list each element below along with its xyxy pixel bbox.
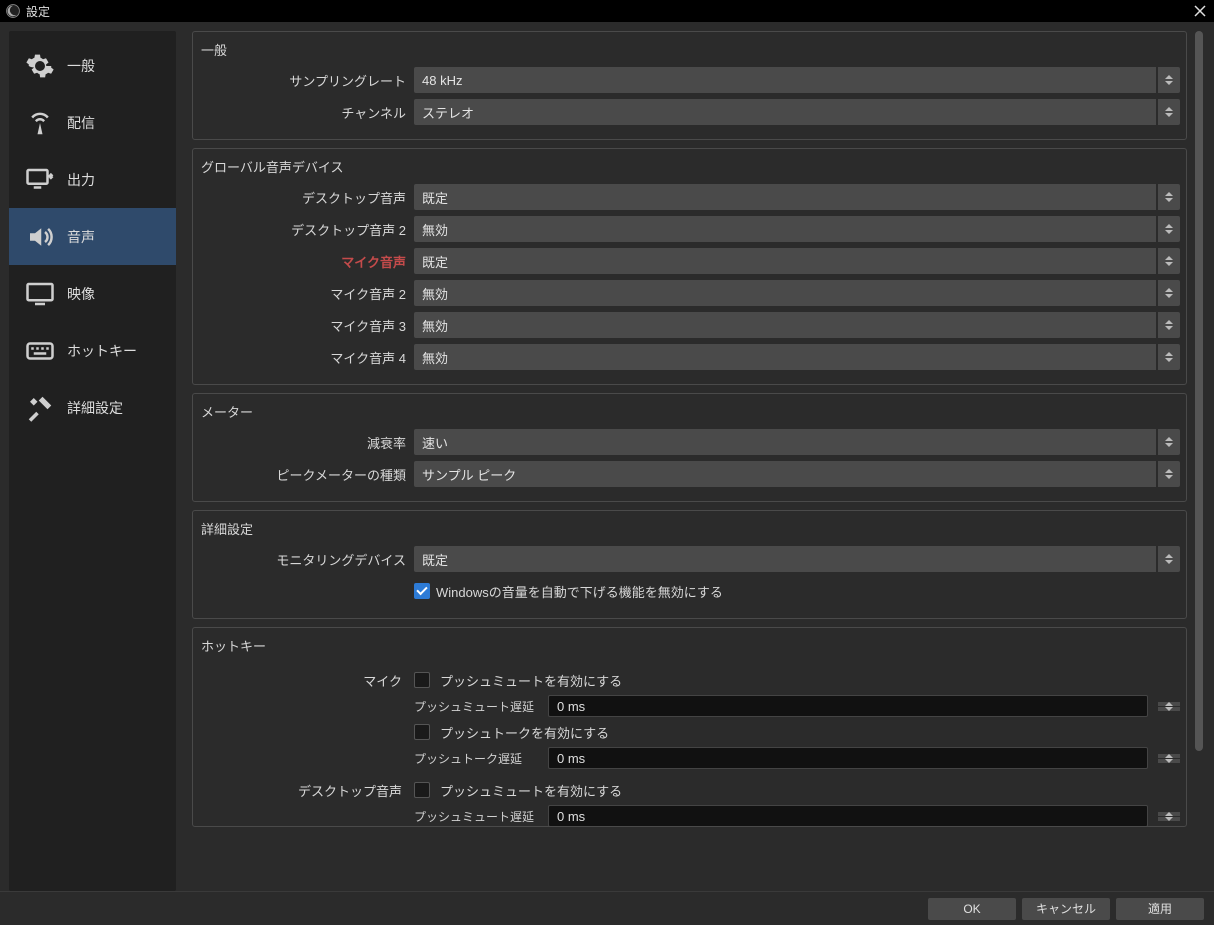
sidebar-item-advanced[interactable]: 詳細設定 — [9, 379, 176, 436]
mic-audio-2-select[interactable]: 無効 — [414, 280, 1156, 306]
monitor-icon — [23, 277, 57, 311]
sidebar-item-stream[interactable]: 配信 — [9, 94, 176, 151]
peak-meter-select[interactable]: サンプル ピーク — [414, 461, 1156, 487]
group-global-devices: グローバル音声デバイス デスクトップ音声 既定 デスクトップ音声 2 無効 — [192, 148, 1187, 385]
decay-rate-label: 減衰率 — [199, 433, 414, 452]
hotkey-desktop-label: デスクトップ音声 — [199, 777, 414, 827]
group-hotkeys: ホットキー マイク プッシュミュートを有効にする プッシュミュート遅延 0 ms — [192, 627, 1187, 827]
monitoring-device-select[interactable]: 既定 — [414, 546, 1156, 572]
disable-windows-ducking-label: Windowsの音量を自動で下げる機能を無効にする — [436, 582, 723, 601]
spin-button[interactable] — [1158, 216, 1180, 242]
push-talk-enable-label: プッシュトークを有効にする — [440, 723, 609, 742]
window-title: 設定 — [26, 3, 50, 20]
push-mute-enable-label: プッシュミュートを有効にする — [440, 671, 622, 690]
desktop-push-mute-enable-label: プッシュミュートを有効にする — [440, 781, 622, 800]
sidebar-item-general[interactable]: 一般 — [9, 37, 176, 94]
desktop-audio-2-select[interactable]: 無効 — [414, 216, 1156, 242]
scrollbar-thumb[interactable] — [1195, 31, 1203, 751]
spin-button[interactable] — [1158, 248, 1180, 274]
spin-button[interactable] — [1158, 754, 1180, 763]
spin-button[interactable] — [1158, 702, 1180, 711]
spin-button[interactable] — [1158, 280, 1180, 306]
push-mute-delay-label: プッシュミュート遅延 — [414, 698, 538, 715]
sidebar-item-label: 映像 — [67, 284, 95, 304]
antenna-icon — [23, 106, 57, 140]
desktop-push-mute-delay-input[interactable]: 0 ms — [548, 805, 1148, 827]
decay-rate-select[interactable]: 速い — [414, 429, 1156, 455]
obs-logo-icon — [6, 4, 20, 18]
group-advanced: 詳細設定 モニタリングデバイス 既定 Windowsの音量を自動で下げる機能を無… — [192, 510, 1187, 619]
spin-button[interactable] — [1158, 429, 1180, 455]
dialog-footer: OK キャンセル 適用 — [0, 891, 1214, 925]
sidebar-item-audio[interactable]: 音声 — [9, 208, 176, 265]
monitoring-device-label: モニタリングデバイス — [199, 550, 414, 569]
push-talk-delay-input[interactable]: 0 ms — [548, 747, 1148, 769]
sample-rate-label: サンプリングレート — [199, 71, 414, 90]
sidebar-item-label: 一般 — [67, 56, 95, 76]
sidebar-item-output[interactable]: 出力 — [9, 151, 176, 208]
push-talk-enable-checkbox[interactable] — [414, 724, 430, 740]
group-general: 一般 サンプリングレート 48 kHz チャンネル ステレオ — [192, 31, 1187, 140]
sidebar-item-label: 音声 — [67, 227, 95, 247]
hotkey-block-mic: マイク プッシュミュートを有効にする プッシュミュート遅延 0 ms — [199, 667, 1180, 771]
channel-select[interactable]: ステレオ — [414, 99, 1156, 125]
ok-button[interactable]: OK — [928, 898, 1016, 920]
spin-button[interactable] — [1158, 99, 1180, 125]
push-talk-delay-label: プッシュトーク遅延 — [414, 750, 538, 767]
mic-audio-4-select[interactable]: 無効 — [414, 344, 1156, 370]
desktop-push-mute-enable-checkbox[interactable] — [414, 782, 430, 798]
desktop-push-mute-delay-label: プッシュミュート遅延 — [414, 808, 538, 825]
sidebar-item-label: 出力 — [67, 170, 95, 190]
spin-button[interactable] — [1158, 461, 1180, 487]
group-title: 詳細設定 — [199, 517, 1180, 544]
close-button[interactable] — [1190, 1, 1210, 21]
sidebar-item-label: ホットキー — [67, 341, 137, 361]
mic-audio-3-label: マイク音声 3 — [199, 316, 414, 335]
desktop-audio-label: デスクトップ音声 — [199, 188, 414, 207]
group-title: ホットキー — [199, 634, 1180, 661]
sidebar-item-label: 配信 — [67, 113, 95, 133]
monitor-out-icon — [23, 163, 57, 197]
desktop-audio-select[interactable]: 既定 — [414, 184, 1156, 210]
disable-windows-ducking-checkbox[interactable] — [414, 583, 430, 599]
hotkey-mic-label: マイク — [199, 667, 414, 771]
spin-button[interactable] — [1158, 812, 1180, 821]
apply-button[interactable]: 適用 — [1116, 898, 1204, 920]
mic-audio-4-label: マイク音声 4 — [199, 348, 414, 367]
gear-icon — [23, 49, 57, 83]
sidebar: 一般 配信 出力 音声 映像 ホットキー 詳細設定 — [9, 31, 176, 891]
tools-icon — [23, 391, 57, 425]
settings-scroll-area[interactable]: 一般 サンプリングレート 48 kHz チャンネル ステレオ — [192, 31, 1205, 891]
sidebar-item-label: 詳細設定 — [67, 398, 123, 418]
push-mute-enable-checkbox[interactable] — [414, 672, 430, 688]
sidebar-item-video[interactable]: 映像 — [9, 265, 176, 322]
group-meters: メーター 減衰率 速い ピークメーターの種類 サンプル ピーク — [192, 393, 1187, 502]
group-title: メーター — [199, 400, 1180, 427]
peak-meter-label: ピークメーターの種類 — [199, 465, 414, 484]
group-title: グローバル音声デバイス — [199, 155, 1180, 182]
speaker-icon — [23, 220, 57, 254]
sample-rate-select[interactable]: 48 kHz — [414, 67, 1156, 93]
mic-audio-3-select[interactable]: 無効 — [414, 312, 1156, 338]
cancel-button[interactable]: キャンセル — [1022, 898, 1110, 920]
spin-button[interactable] — [1158, 184, 1180, 210]
group-title: 一般 — [199, 38, 1180, 65]
mic-audio-2-label: マイク音声 2 — [199, 284, 414, 303]
desktop-audio-2-label: デスクトップ音声 2 — [199, 220, 414, 239]
scrollbar[interactable] — [1193, 31, 1205, 891]
keyboard-icon — [23, 334, 57, 368]
hotkey-block-desktop: デスクトップ音声 プッシュミュートを有効にする プッシュミュート遅延 0 ms — [199, 777, 1180, 827]
spin-button[interactable] — [1158, 67, 1180, 93]
spin-button[interactable] — [1158, 344, 1180, 370]
titlebar: 設定 — [0, 0, 1214, 22]
channel-label: チャンネル — [199, 103, 414, 122]
push-mute-delay-input[interactable]: 0 ms — [548, 695, 1148, 717]
mic-audio-label: マイク音声 — [199, 252, 414, 271]
spin-button[interactable] — [1158, 546, 1180, 572]
mic-audio-select[interactable]: 既定 — [414, 248, 1156, 274]
sidebar-item-hotkeys[interactable]: ホットキー — [9, 322, 176, 379]
spin-button[interactable] — [1158, 312, 1180, 338]
